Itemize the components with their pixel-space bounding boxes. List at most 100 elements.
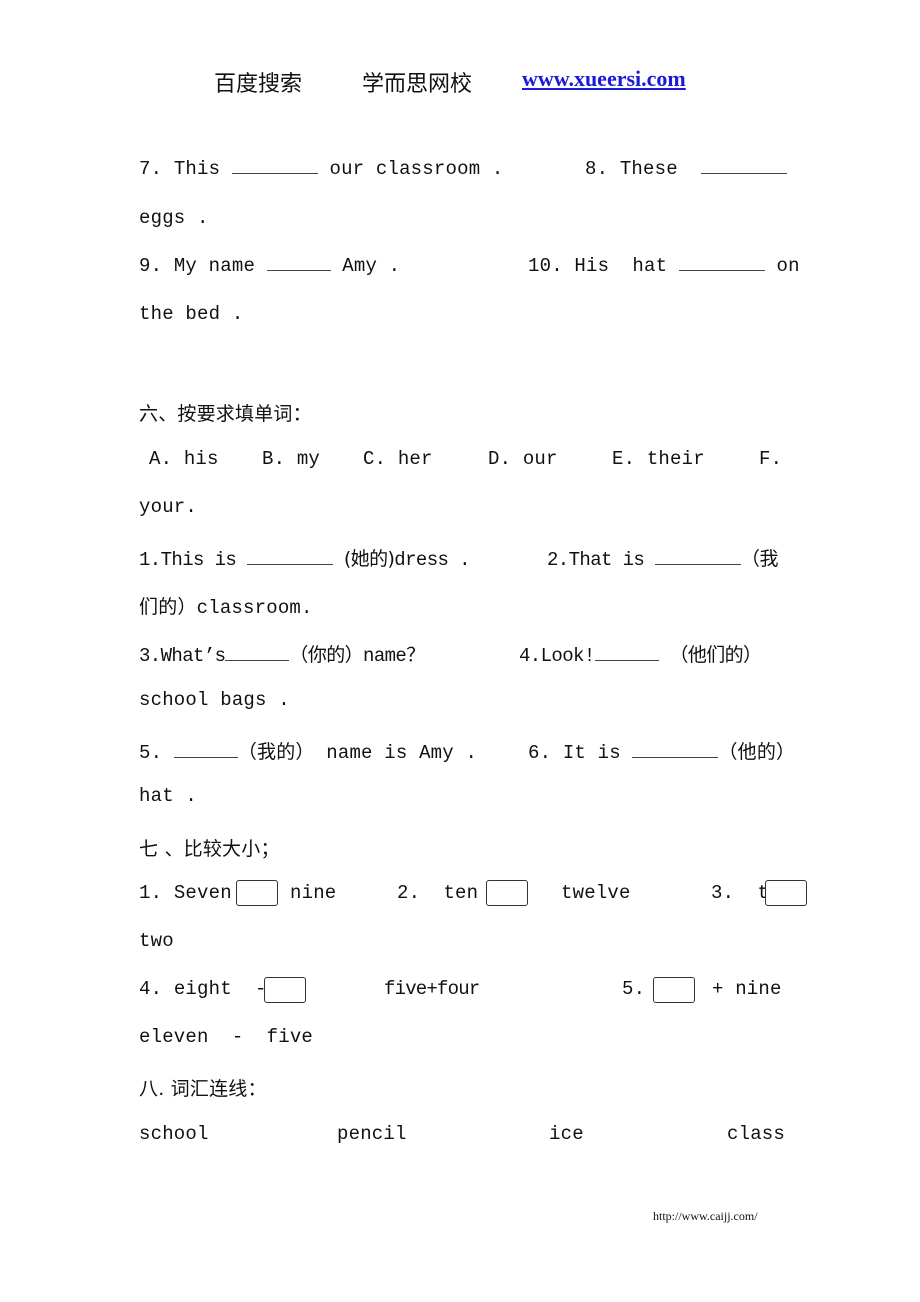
chinese-hint: （你的） xyxy=(289,644,364,666)
match-word[interactable]: ice xyxy=(549,1123,584,1145)
compare-answer-box[interactable] xyxy=(236,880,278,906)
answer-blank[interactable] xyxy=(247,550,334,565)
question-number: 5. xyxy=(139,742,163,764)
answer-blank[interactable] xyxy=(225,646,290,661)
compare-1-right: nine xyxy=(290,882,337,904)
fill-question-6: 6. It is （他的） xyxy=(528,737,795,764)
answer-blank[interactable] xyxy=(231,159,318,174)
option-a: A. his xyxy=(149,448,219,470)
match-word[interactable]: class xyxy=(727,1123,785,1145)
question-number: 2. xyxy=(547,549,569,571)
compare-2: 2. ten xyxy=(397,882,478,904)
section-6-title: 六、按要求填单词： xyxy=(139,403,312,425)
option-letter: A. xyxy=(149,448,173,470)
option-d: D. our xyxy=(488,448,558,470)
question-text: classroom. xyxy=(196,597,313,619)
question-8-continued: eggs . xyxy=(139,207,209,229)
question-7: 7. This our classroom . xyxy=(139,158,504,180)
question-number: 8. xyxy=(585,158,609,180)
fill-question-5: 5. （我的） name is Amy . xyxy=(139,737,477,764)
option-letter: E. xyxy=(612,448,636,470)
question-number: 3. xyxy=(711,882,735,904)
answer-blank[interactable] xyxy=(594,646,659,661)
question-text: This xyxy=(173,158,221,180)
question-text: My name xyxy=(173,255,256,277)
match-word[interactable]: school xyxy=(139,1123,209,1145)
answer-blank[interactable] xyxy=(701,159,788,174)
compare-left: eight - xyxy=(173,978,267,1000)
fill-question-6-continued: hat . xyxy=(139,785,198,807)
option-word: our xyxy=(522,448,558,470)
question-text: This is xyxy=(160,549,237,571)
chinese-hint: （我的） xyxy=(237,741,315,763)
compare-4: 4. eight - xyxy=(139,978,267,1000)
answer-blank[interactable] xyxy=(266,256,331,271)
compare-2-right: twelve xyxy=(561,882,631,904)
compare-5-continued: eleven - five xyxy=(139,1026,314,1048)
question-text: on xyxy=(776,255,800,277)
question-text: What’s xyxy=(160,645,226,667)
question-text: name？ xyxy=(363,645,425,667)
question-text: our classroom . xyxy=(329,158,504,180)
option-e: E. their xyxy=(612,448,705,470)
chinese-hint: (她的) xyxy=(343,548,395,570)
section-8-title: 八. 词汇连线： xyxy=(139,1078,267,1100)
question-text: It is xyxy=(562,742,621,764)
question-8: 8. These xyxy=(585,158,788,180)
compare-4-right: five+four xyxy=(384,978,480,1000)
fill-question-3: 3.What’s （你的）name？ xyxy=(139,640,425,667)
compare-answer-box[interactable] xyxy=(264,977,306,1003)
question-10: 10. His hat on xyxy=(528,255,800,277)
question-text: Amy . xyxy=(342,255,401,277)
question-number: 7. xyxy=(139,158,163,180)
answer-blank[interactable] xyxy=(632,743,719,758)
option-f-letter: F. xyxy=(759,448,783,470)
option-letter: C. xyxy=(363,448,387,470)
compare-left: Seven xyxy=(173,882,232,904)
match-word[interactable]: pencil xyxy=(337,1123,407,1145)
question-number: 4. xyxy=(519,645,541,667)
answer-blank[interactable] xyxy=(678,256,765,271)
answer-blank[interactable] xyxy=(173,743,238,758)
question-number: 2. xyxy=(397,882,421,904)
question-number: 10. xyxy=(528,255,563,277)
compare-answer-box[interactable] xyxy=(653,977,695,1003)
compare-5: 5. xyxy=(622,978,646,1000)
chinese-hint: （他的） xyxy=(718,741,796,763)
section-7-title: 七 、比较大小； xyxy=(139,838,280,860)
option-f-word: your. xyxy=(139,496,198,518)
question-9: 9. My name Amy . xyxy=(139,255,400,277)
question-text: Look! xyxy=(540,645,596,667)
option-word: my xyxy=(296,448,321,470)
xueersi-link[interactable]: www.xueersi.com xyxy=(522,66,686,92)
option-letter: B. xyxy=(262,448,286,470)
chinese-hint: （我 xyxy=(741,548,778,570)
question-number: 6. xyxy=(528,742,552,764)
compare-answer-box[interactable] xyxy=(486,880,528,906)
chinese-hint: 们的） xyxy=(139,596,197,618)
compare-5-right: + nine xyxy=(712,978,782,1000)
question-number: 1. xyxy=(139,549,161,571)
option-word: their xyxy=(646,448,705,470)
question-text: That is xyxy=(568,549,645,571)
page-header: 百度搜索 学而思网校 www.xueersi.com xyxy=(0,66,920,102)
option-b: B. my xyxy=(262,448,320,470)
school-name: 学而思网校 xyxy=(362,72,473,97)
answer-blank[interactable] xyxy=(655,550,742,565)
baidu-search-label: 百度搜索 xyxy=(214,72,303,97)
chinese-hint: （他们的） xyxy=(669,644,762,666)
compare-answer-box[interactable] xyxy=(765,880,807,906)
question-text: name is Amy . xyxy=(326,742,478,764)
question-number: 9. xyxy=(139,255,163,277)
footer-url[interactable]: http://www.caijj.com/ xyxy=(653,1209,758,1224)
option-c: C. her xyxy=(363,448,433,470)
question-number: 3. xyxy=(139,645,161,667)
option-letter: D. xyxy=(488,448,512,470)
fill-question-2-continued: 们的）classroom. xyxy=(139,592,313,619)
question-10-continued: the bed . xyxy=(139,303,244,325)
fill-question-4: 4.Look! （他们的） xyxy=(519,640,762,667)
option-word: her xyxy=(397,448,433,470)
compare-left: ten xyxy=(443,882,479,904)
question-number: 1. xyxy=(139,882,163,904)
question-text: dress . xyxy=(394,549,470,571)
